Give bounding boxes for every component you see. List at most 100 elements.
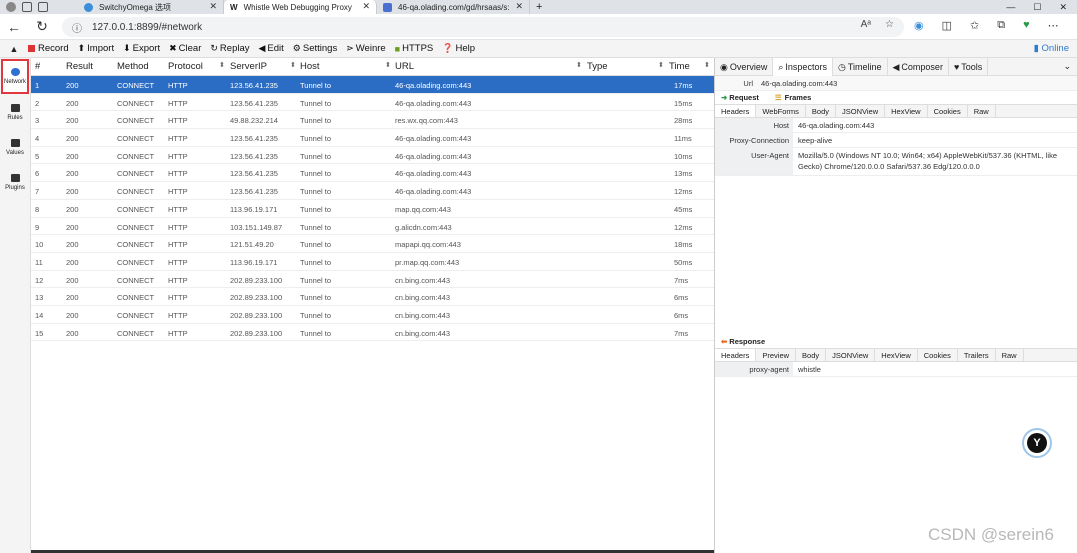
tab-actions-icon[interactable] bbox=[38, 2, 48, 12]
close-tab-icon[interactable]: ✕ bbox=[515, 1, 523, 12]
table-row[interactable]: 8 200 CONNECT HTTP 113.96.19.171 Tunnel to map… bbox=[31, 200, 714, 218]
col-num[interactable]: # bbox=[35, 61, 40, 72]
weinre-button[interactable]: ⋗ Weinre bbox=[346, 43, 385, 54]
tab-olading[interactable]: 46-qa.olading.com/gd/hrsaas/s: ✕ bbox=[377, 0, 530, 14]
sort-icon[interactable]: ⬍ bbox=[576, 61, 582, 69]
favorite-star-icon[interactable]: ☆ bbox=[885, 19, 894, 30]
clear-button[interactable]: ✖ Clear bbox=[169, 43, 201, 54]
tab-overview[interactable]: ◉ Overview bbox=[715, 57, 774, 76]
res-subtab-trailers[interactable]: Trailers bbox=[958, 349, 996, 361]
table-row[interactable]: 2 200 CONNECT HTTP 123.56.41.235 Tunnel to 46-… bbox=[31, 94, 714, 112]
online-status[interactable]: ▮ Online bbox=[1034, 43, 1069, 54]
col-url[interactable]: URL bbox=[395, 61, 414, 72]
req-subtab-cookies[interactable]: Cookies bbox=[928, 105, 968, 117]
record-button[interactable]: Record bbox=[28, 43, 69, 54]
split-screen-icon[interactable]: ◫ bbox=[942, 19, 952, 32]
export-button[interactable]: ⬇ Export bbox=[123, 43, 160, 54]
tab-timeline[interactable]: ◷ Timeline bbox=[833, 57, 888, 76]
cell-method: CONNECT bbox=[117, 116, 155, 126]
table-row[interactable]: 14 200 CONNECT HTTP 202.89.233.100 Tunnel to c… bbox=[31, 306, 714, 324]
res-subtab-hexview[interactable]: HexView bbox=[875, 349, 918, 361]
address-bar[interactable]: ⓘ 127.0.0.1:8899/#network Aᵃ ☆ bbox=[62, 17, 904, 37]
col-result[interactable]: Result bbox=[66, 61, 93, 72]
col-protocol[interactable]: Protocol bbox=[168, 61, 203, 72]
request-toggle[interactable]: ➜ Request bbox=[721, 93, 759, 102]
back-icon[interactable]: ← bbox=[0, 19, 28, 35]
extension-heart-icon[interactable]: ♥ bbox=[1023, 19, 1030, 32]
table-row[interactable]: 11 200 CONNECT HTTP 113.96.19.171 Tunnel to pr… bbox=[31, 253, 714, 271]
req-subtab-jsonview[interactable]: JSONView bbox=[836, 105, 886, 117]
table-row[interactable]: 15 200 CONNECT HTTP 202.89.233.100 Tunnel to c… bbox=[31, 324, 714, 342]
sort-icon[interactable]: ⬍ bbox=[658, 61, 664, 69]
table-row[interactable]: 10 200 CONNECT HTTP 121.51.49.20 Tunnel to map… bbox=[31, 235, 714, 253]
res-subtab-jsonview[interactable]: JSONView bbox=[826, 349, 876, 361]
tab-tools[interactable]: ♥ Tools bbox=[949, 57, 989, 76]
sort-icon[interactable]: ⬍ bbox=[704, 61, 710, 69]
res-subtab-headers[interactable]: Headers bbox=[715, 349, 757, 361]
refresh-icon[interactable]: ↻ bbox=[28, 18, 56, 35]
table-row[interactable]: 9 200 CONNECT HTTP 103.151.149.87 Tunnel to g.… bbox=[31, 218, 714, 236]
maximize-icon[interactable]: ☐ bbox=[1033, 2, 1041, 13]
req-subtab-headers[interactable]: Headers bbox=[715, 105, 757, 117]
req-subtab-body[interactable]: Body bbox=[806, 105, 837, 117]
weinre-icon: ⋗ bbox=[346, 43, 354, 53]
tab-whistle[interactable]: W Whistle Web Debugging Proxy ✕ bbox=[224, 0, 377, 14]
sort-icon[interactable]: ⬍ bbox=[385, 61, 391, 69]
site-info-icon[interactable]: ⓘ bbox=[72, 20, 82, 35]
table-row[interactable]: 13 200 CONNECT HTTP 202.89.233.100 Tunnel to c… bbox=[31, 288, 714, 306]
switchyomega-extension-icon[interactable]: ◉ bbox=[914, 19, 924, 32]
minimize-icon[interactable]: — bbox=[1006, 2, 1015, 12]
sort-icon[interactable]: ⬍ bbox=[290, 61, 296, 69]
response-toggle[interactable]: ⬅ Response bbox=[721, 337, 765, 346]
sidebar-item-rules[interactable]: Rules bbox=[0, 95, 30, 130]
table-row[interactable]: 12 200 CONNECT HTTP 202.89.233.100 Tunnel to c… bbox=[31, 271, 714, 289]
table-row[interactable]: 3 200 CONNECT HTTP 49.88.232.214 Tunnel to res… bbox=[31, 111, 714, 130]
tab-switchyomega[interactable]: SwitchyOmega 选项 ✕ bbox=[78, 0, 224, 14]
close-window-icon[interactable]: ✕ bbox=[1059, 2, 1067, 13]
https-button[interactable]: ■ HTTPS bbox=[395, 43, 434, 54]
replay-button[interactable]: ↻ Replay bbox=[210, 43, 249, 54]
online-label: Online bbox=[1041, 43, 1069, 54]
collapse-up-icon[interactable]: ▲ bbox=[0, 44, 28, 54]
table-row[interactable]: 6 200 CONNECT HTTP 123.56.41.235 Tunnel to 46-… bbox=[31, 164, 714, 183]
table-row[interactable]: 4 200 CONNECT HTTP 123.56.41.235 Tunnel to 46-… bbox=[31, 129, 714, 147]
res-subtab-preview[interactable]: Preview bbox=[756, 349, 797, 361]
req-subtab-webforms[interactable]: WebForms bbox=[756, 105, 806, 117]
close-tab-icon[interactable]: ✕ bbox=[209, 1, 217, 12]
favorites-icon[interactable]: ✩ bbox=[970, 19, 979, 32]
sidebar-item-network[interactable]: Network bbox=[1, 59, 29, 94]
sidebar-item-plugins[interactable]: Plugins bbox=[0, 165, 30, 200]
col-serverip[interactable]: ServerIP bbox=[230, 61, 267, 72]
workspaces-icon[interactable] bbox=[22, 2, 32, 12]
tab-inspectors[interactable]: ⌕ Inspectors bbox=[773, 57, 833, 76]
cell-protocol: HTTP bbox=[168, 134, 188, 144]
col-time[interactable]: Time bbox=[669, 61, 690, 72]
res-subtab-body[interactable]: Body bbox=[796, 349, 827, 361]
help-button[interactable]: ❓ Help bbox=[442, 43, 475, 54]
col-method[interactable]: Method bbox=[117, 61, 149, 72]
col-host[interactable]: Host bbox=[300, 61, 320, 72]
collections-icon[interactable]: ⧉ bbox=[997, 19, 1005, 32]
frames-tab[interactable]: ☰ Frames bbox=[768, 93, 818, 102]
new-tab-button[interactable]: + bbox=[530, 0, 548, 14]
col-type[interactable]: Type bbox=[587, 61, 608, 72]
res-subtab-cookies[interactable]: Cookies bbox=[918, 349, 958, 361]
req-subtab-raw[interactable]: Raw bbox=[968, 105, 996, 117]
res-subtab-raw[interactable]: Raw bbox=[996, 349, 1024, 361]
import-button[interactable]: ⬆ Import bbox=[78, 43, 114, 54]
sidebar-item-values[interactable]: Values bbox=[0, 130, 30, 165]
table-row[interactable]: 7 200 CONNECT HTTP 123.56.41.235 Tunnel to 46-… bbox=[31, 182, 714, 200]
chevron-down-icon[interactable]: ⌄ bbox=[1063, 61, 1077, 72]
req-subtab-hexview[interactable]: HexView bbox=[885, 105, 928, 117]
edit-button[interactable]: ◀ Edit bbox=[259, 43, 284, 54]
floating-assistant-button[interactable]: Y bbox=[1022, 428, 1052, 458]
more-menu-icon[interactable]: ⋯ bbox=[1048, 19, 1059, 32]
read-aloud-icon[interactable]: Aᵃ bbox=[861, 19, 871, 30]
table-row[interactable]: 1 200 CONNECT HTTP 123.56.41.235 Tunnel to 46-… bbox=[31, 76, 714, 94]
profile-icon[interactable] bbox=[6, 2, 16, 12]
sort-icon[interactable]: ⬍ bbox=[219, 61, 225, 69]
settings-button[interactable]: ⚙ Settings bbox=[293, 43, 337, 54]
table-row[interactable]: 5 200 CONNECT HTTP 123.56.41.235 Tunnel to 46-… bbox=[31, 147, 714, 165]
tab-composer[interactable]: ◀ Composer bbox=[888, 57, 949, 76]
close-tab-icon[interactable]: ✕ bbox=[362, 1, 370, 12]
